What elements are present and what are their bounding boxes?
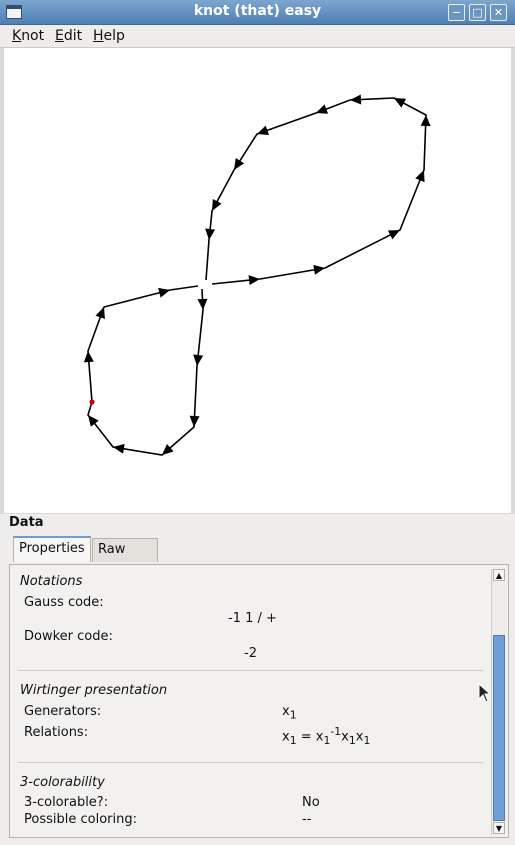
tab-properties[interactable]: Properties bbox=[13, 536, 91, 562]
direction-arrow-icon[interactable] bbox=[255, 125, 270, 139]
menu-knot-label: not bbox=[21, 28, 45, 44]
gauss-code-label: Gauss code: bbox=[24, 595, 104, 610]
direction-arrow-icon[interactable] bbox=[197, 298, 208, 310]
close-icon: ✕ bbox=[493, 6, 504, 19]
chevron-down-icon: ▼ bbox=[495, 824, 503, 833]
relation-subscript: 1 bbox=[363, 733, 371, 747]
data-panel-title: Data bbox=[9, 515, 44, 530]
menu-bar: Knot Edit Help bbox=[0, 25, 515, 48]
tab-raw-data[interactable]: Raw data bbox=[92, 538, 158, 579]
menu-knot[interactable]: Knot bbox=[12, 28, 44, 44]
generator-var: x bbox=[282, 704, 290, 719]
menu-help-mnemonic: H bbox=[93, 28, 104, 44]
colorability-heading: 3-colorability bbox=[20, 775, 105, 790]
minimize-icon: − bbox=[451, 6, 462, 19]
menu-edit-label: dit bbox=[63, 28, 83, 44]
gauss-code-value: -1 1 / + bbox=[228, 611, 277, 626]
coloring-label: Possible coloring: bbox=[24, 812, 137, 827]
direction-arrow-icon[interactable] bbox=[95, 305, 109, 320]
direction-arrow-icon[interactable] bbox=[350, 94, 362, 105]
properties-pane: Notations Gauss code: -1 1 / + Dowker co… bbox=[9, 564, 509, 838]
maximize-icon: □ bbox=[472, 6, 483, 19]
direction-arrow-icon[interactable] bbox=[158, 285, 171, 298]
menu-edit-mnemonic: E bbox=[55, 28, 64, 44]
knot-strand[interactable] bbox=[87, 285, 204, 456]
mouse-cursor-icon bbox=[478, 683, 492, 703]
notations-heading: Notations bbox=[20, 574, 83, 589]
wirtinger-heading: Wirtinger presentation bbox=[20, 683, 168, 698]
maximize-button[interactable]: □ bbox=[469, 4, 486, 21]
close-button[interactable]: ✕ bbox=[490, 4, 507, 21]
menu-knot-mnemonic: K bbox=[12, 28, 22, 44]
dowker-code-label: Dowker code: bbox=[24, 629, 113, 644]
relation-subscript: 1 bbox=[289, 733, 297, 747]
direction-arrow-icon[interactable] bbox=[208, 198, 222, 213]
title-bar: knot (that) easy − □ ✕ bbox=[0, 0, 515, 25]
chevron-up-icon: ▲ bbox=[495, 571, 503, 580]
data-panel: Data Properties Raw data Notations Gauss… bbox=[0, 514, 515, 845]
relations-value: x1 = x1-1x1x1 bbox=[282, 725, 370, 747]
start-point-marker[interactable] bbox=[89, 399, 95, 405]
scroll-down-button[interactable]: ▼ bbox=[493, 822, 505, 834]
relation-equals: = bbox=[296, 729, 316, 745]
menu-edit[interactable]: Edit bbox=[55, 28, 82, 44]
window-title: knot (that) easy bbox=[193, 3, 322, 19]
knot-diagram[interactable] bbox=[4, 48, 511, 513]
direction-arrow-icon[interactable] bbox=[415, 168, 428, 183]
section-divider bbox=[18, 762, 483, 763]
generators-value: x1 bbox=[282, 704, 297, 722]
relation-subscript: 1 bbox=[348, 733, 356, 747]
minimize-button[interactable]: − bbox=[448, 4, 465, 21]
knot-canvas[interactable] bbox=[4, 48, 511, 513]
coloring-value: -- bbox=[302, 812, 312, 827]
direction-arrow-icon[interactable] bbox=[314, 104, 329, 117]
properties-scrollbar[interactable]: ▲ ▼ bbox=[491, 569, 506, 835]
direction-arrow-icon[interactable] bbox=[392, 94, 407, 108]
dowker-code-value: -2 bbox=[244, 646, 257, 661]
menu-help[interactable]: Help bbox=[93, 28, 125, 44]
direction-arrow-icon[interactable] bbox=[420, 115, 431, 127]
relation-superscript: -1 bbox=[330, 725, 342, 738]
knot-strand[interactable] bbox=[205, 97, 427, 285]
direction-arrow-icon[interactable] bbox=[230, 158, 245, 173]
scrollbar-thumb[interactable] bbox=[493, 635, 505, 821]
colorable-label: 3-colorable?: bbox=[24, 795, 109, 810]
direction-arrow-icon[interactable] bbox=[83, 351, 94, 363]
direction-arrow-icon[interactable] bbox=[192, 354, 204, 367]
colorable-value: No bbox=[302, 795, 320, 810]
generator-subscript: 1 bbox=[289, 708, 297, 722]
generators-label: Generators: bbox=[24, 704, 102, 719]
direction-arrow-icon[interactable] bbox=[204, 228, 216, 241]
relation-var: x bbox=[341, 729, 349, 745]
section-divider bbox=[18, 670, 483, 671]
menu-help-label: elp bbox=[103, 28, 125, 44]
direction-arrow-icon[interactable] bbox=[248, 274, 261, 286]
relations-label: Relations: bbox=[24, 725, 89, 740]
direction-arrow-icon[interactable] bbox=[189, 415, 200, 427]
direction-arrow-icon[interactable] bbox=[84, 412, 99, 427]
relation-var: x bbox=[282, 729, 290, 745]
scroll-up-button[interactable]: ▲ bbox=[493, 569, 505, 581]
